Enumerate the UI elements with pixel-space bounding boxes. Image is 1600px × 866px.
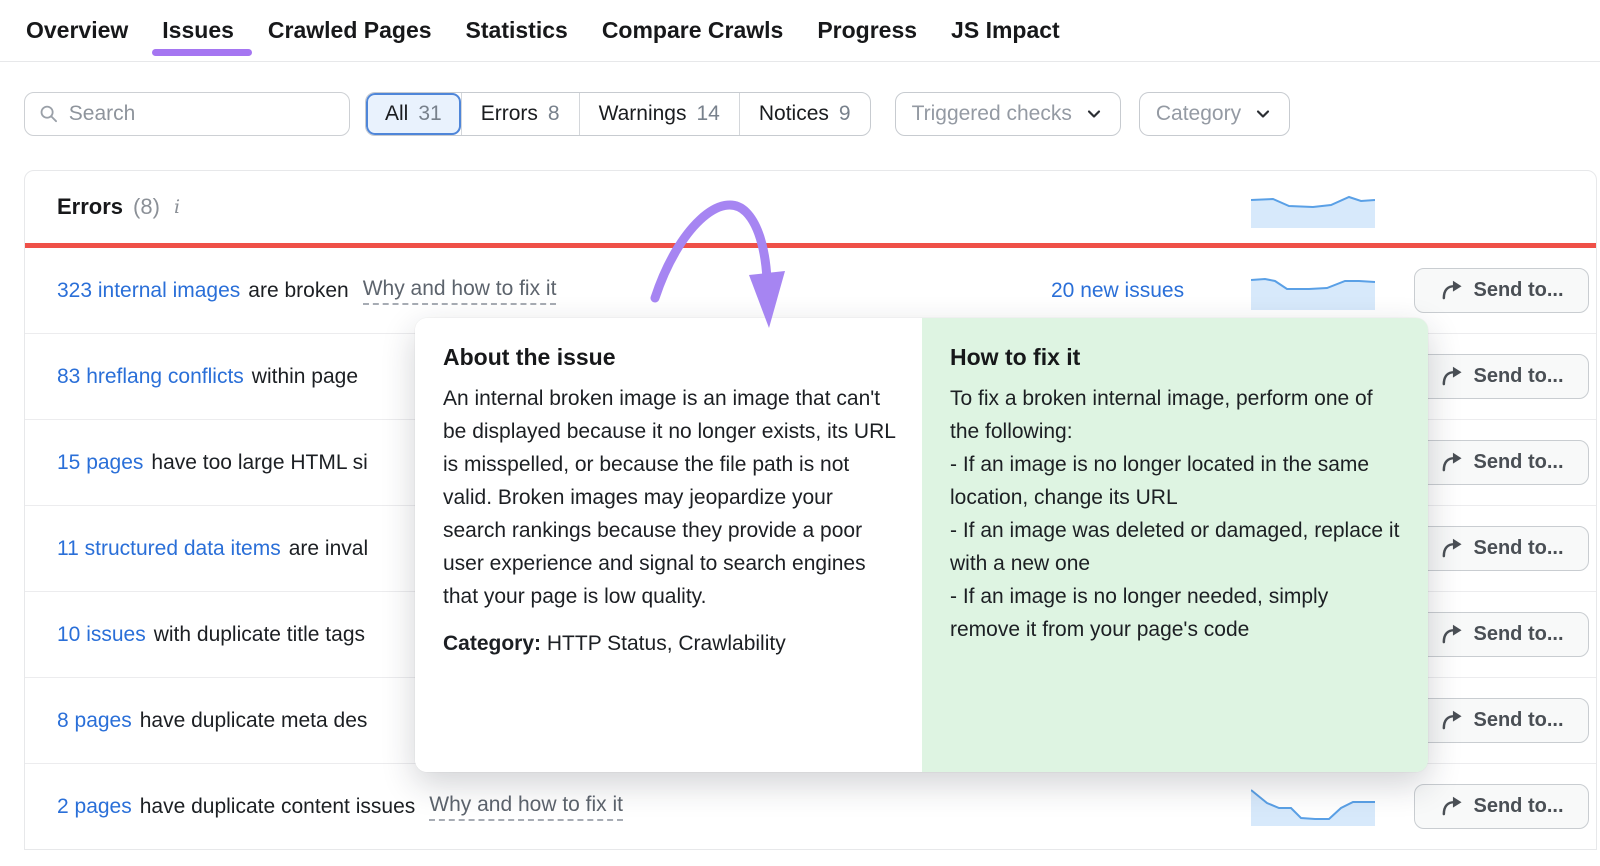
category-label: Category: [443, 632, 541, 655]
issue-trend-sparkline [1251, 272, 1375, 310]
about-body: An internal broken image is an image tha… [443, 382, 896, 613]
new-issues-link[interactable]: 20 new issues [1051, 279, 1184, 303]
category-dropdown[interactable]: Category [1139, 92, 1290, 136]
filter-all-count: 31 [418, 102, 441, 126]
search-input[interactable] [69, 102, 335, 126]
issue-link[interactable]: 2 pages [57, 795, 132, 819]
issue-link[interactable]: 11 structured data items [57, 537, 281, 561]
about-the-issue-panel: About the issue An internal broken image… [415, 318, 922, 772]
chevron-down-icon [1253, 104, 1273, 124]
category-dropdown-label: Category [1156, 102, 1241, 126]
filter-notices[interactable]: Notices 9 [739, 93, 870, 135]
issue-row-duplicate-content: 2 pages have duplicate content issues Wh… [25, 764, 1596, 850]
filter-errors[interactable]: Errors 8 [461, 93, 579, 135]
tab-compare-crawls[interactable]: Compare Crawls [600, 3, 786, 58]
send-to-label: Send to... [1474, 537, 1564, 560]
send-to-button[interactable]: Send to... [1414, 612, 1589, 657]
issue-link[interactable]: 83 hreflang conflicts [57, 365, 244, 389]
fix-title: How to fix it [950, 344, 1402, 371]
issue-text: have duplicate content issues [140, 795, 416, 819]
send-to-label: Send to... [1474, 279, 1564, 302]
send-to-button[interactable]: Send to... [1414, 784, 1589, 829]
send-to-label: Send to... [1474, 451, 1564, 474]
site-audit-issues-page: Overview Issues Crawled Pages Statistics… [0, 0, 1600, 866]
forward-arrow-icon [1440, 709, 1463, 732]
filter-warnings-count: 14 [696, 102, 719, 126]
filter-notices-count: 9 [839, 102, 851, 126]
why-how-to-fix-link[interactable]: Why and how to fix it [363, 277, 557, 305]
info-icon[interactable]: i [174, 196, 180, 218]
category-value: HTTP Status, Crawlability [547, 632, 786, 655]
filter-notices-label: Notices [759, 102, 829, 126]
chevron-down-icon [1084, 104, 1104, 124]
filter-warnings[interactable]: Warnings 14 [579, 93, 739, 135]
tab-crawled-pages[interactable]: Crawled Pages [266, 3, 434, 58]
issue-text: are inval [289, 537, 368, 561]
issue-text: with duplicate title tags [154, 623, 365, 647]
forward-arrow-icon [1440, 365, 1463, 388]
search-box[interactable] [24, 92, 350, 136]
issue-link[interactable]: 15 pages [57, 451, 143, 475]
issue-text: are broken [248, 279, 348, 303]
send-to-button[interactable]: Send to... [1414, 526, 1589, 571]
tab-statistics[interactable]: Statistics [464, 3, 570, 58]
issue-link[interactable]: 323 internal images [57, 279, 240, 303]
fix-body: To fix a broken internal image, perform … [950, 382, 1402, 646]
search-icon [39, 103, 59, 125]
filter-all-label: All [385, 102, 408, 126]
send-to-label: Send to... [1474, 795, 1564, 818]
about-title: About the issue [443, 344, 896, 371]
severity-filter-group: All 31 Errors 8 Warnings 14 Notices 9 [365, 92, 871, 136]
issue-text: have duplicate meta des [140, 709, 368, 733]
forward-arrow-icon [1440, 795, 1463, 818]
errors-section-header: Errors (8) i [25, 171, 1596, 243]
issue-details-popup: About the issue An internal broken image… [415, 318, 1428, 772]
filter-all[interactable]: All 31 [366, 93, 461, 135]
send-to-label: Send to... [1474, 365, 1564, 388]
send-to-label: Send to... [1474, 709, 1564, 732]
send-to-button[interactable]: Send to... [1414, 440, 1589, 485]
how-to-fix-panel: How to fix it To fix a broken internal i… [922, 318, 1428, 772]
top-navigation: Overview Issues Crawled Pages Statistics… [0, 0, 1600, 62]
section-title: Errors [57, 194, 123, 220]
tab-issues[interactable]: Issues [160, 3, 236, 58]
send-to-label: Send to... [1474, 623, 1564, 646]
issue-text: have too large HTML si [151, 451, 367, 475]
issue-link[interactable]: 8 pages [57, 709, 132, 733]
forward-arrow-icon [1440, 537, 1463, 560]
forward-arrow-icon [1440, 451, 1463, 474]
send-to-button[interactable]: Send to... [1414, 268, 1589, 313]
triggered-checks-dropdown[interactable]: Triggered checks [895, 92, 1121, 136]
issue-text: within page [252, 365, 358, 389]
why-how-to-fix-link[interactable]: Why and how to fix it [429, 793, 623, 821]
send-to-button[interactable]: Send to... [1414, 698, 1589, 743]
filters-toolbar: All 31 Errors 8 Warnings 14 Notices 9 Tr… [24, 92, 1290, 136]
filter-errors-label: Errors [481, 102, 538, 126]
issue-link[interactable]: 10 issues [57, 623, 146, 647]
errors-trend-sparkline [1251, 190, 1375, 228]
send-to-button[interactable]: Send to... [1414, 354, 1589, 399]
tab-overview[interactable]: Overview [24, 3, 130, 58]
filter-errors-count: 8 [548, 102, 560, 126]
section-count: (8) [133, 194, 160, 220]
triggered-checks-label: Triggered checks [912, 102, 1072, 126]
filter-warnings-label: Warnings [599, 102, 687, 126]
issue-trend-sparkline [1251, 788, 1375, 826]
tab-progress[interactable]: Progress [815, 3, 919, 58]
tab-js-impact[interactable]: JS Impact [949, 3, 1062, 58]
category-line: Category: HTTP Status, Crawlability [443, 632, 896, 656]
forward-arrow-icon [1440, 623, 1463, 646]
forward-arrow-icon [1440, 279, 1463, 302]
